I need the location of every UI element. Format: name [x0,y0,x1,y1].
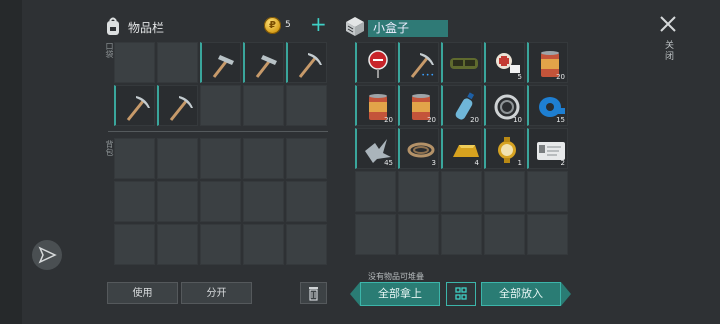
inventory-slot[interactable] [286,85,327,126]
inventory-slot[interactable] [157,85,198,126]
inventory-slot[interactable]: 2 [527,128,568,169]
item-count: 4 [474,159,479,167]
split-button[interactable]: 分开 [181,282,252,304]
inventory-slot[interactable] [114,42,155,83]
pickaxe-icon [126,96,150,121]
box-icon [346,17,364,36]
item-count: 10 [513,116,522,124]
inventory-slot[interactable] [527,214,568,255]
close-label[interactable]: 关闭 [662,40,675,62]
inventory-slot[interactable] [114,181,155,222]
goggles-icon [450,58,478,69]
navigate-button[interactable] [32,240,62,270]
inventory-title: 物品栏 [128,21,165,35]
inventory-slot[interactable] [243,138,284,179]
inventory-slot[interactable]: ••• [398,42,439,83]
take-all-arrow [350,282,360,306]
item-count: 20 [470,116,479,124]
inventory-slot[interactable] [243,85,284,126]
inventory-slot[interactable]: 20 [527,42,568,83]
inventory-slot[interactable] [157,138,198,179]
inventory-slot[interactable] [200,85,241,126]
inventory-slot[interactable] [398,171,439,212]
inventory-slot[interactable] [355,171,396,212]
inventory-slot[interactable] [355,214,396,255]
inventory-slot[interactable]: 20 [355,85,396,126]
backpack-grid [114,138,327,265]
inventory-slot[interactable] [114,85,155,126]
item-count: 20 [384,116,393,124]
container-grid: ••• 5 20 20 20 20 10 15 45 3 4 1 2 [355,42,568,255]
sort-grid-button[interactable] [446,282,476,306]
inventory-slot[interactable] [157,181,198,222]
inventory-slot[interactable] [200,42,241,83]
trash-icon [309,287,318,301]
inventory-slot[interactable] [157,42,198,83]
section-divider [108,131,328,132]
inventory-slot[interactable] [441,214,482,255]
grid-icon [455,287,467,300]
close-icon[interactable] [656,12,680,36]
inventory-slot[interactable] [286,224,327,265]
hammer-icon [255,55,277,78]
no-stack-note: 没有物品可堆叠 [368,272,424,281]
item-count: 20 [556,73,565,81]
inventory-slot[interactable] [286,42,327,83]
inventory-slot[interactable] [114,224,155,265]
use-button[interactable]: 使用 [107,282,178,304]
inventory-slot[interactable]: 20 [441,85,482,126]
inventory-slot[interactable] [243,224,284,265]
trash-button[interactable] [300,282,327,304]
coin-count: 5 [285,20,291,30]
inventory-slot[interactable] [114,138,155,179]
left-edge [0,0,22,324]
item-count: 15 [556,116,565,124]
inventory-slot[interactable]: 45 [355,128,396,169]
item-count: 45 [384,159,393,167]
inventory-slot[interactable] [484,171,525,212]
put-all-button[interactable]: 全部放入 [481,282,561,306]
inventory-slot[interactable] [441,171,482,212]
inventory-slot[interactable] [286,181,327,222]
inventory-slot[interactable]: 1 [484,128,525,169]
inventory-slot[interactable]: 5 [484,42,525,83]
item-count: 3 [431,159,436,167]
inventory-slot[interactable] [243,42,284,83]
backpack-icon [107,17,119,35]
inventory-slot[interactable] [200,181,241,222]
item-count: 2 [560,159,565,167]
inventory-slot[interactable] [286,138,327,179]
inventory-slot[interactable] [398,214,439,255]
inventory-slot[interactable] [484,214,525,255]
inventory-slot[interactable]: 10 [484,85,525,126]
pickaxe-icon [169,96,193,121]
inventory-slot[interactable]: 4 [441,128,482,169]
inventory-slot[interactable] [200,138,241,179]
coin-icon: ₽ [264,17,281,34]
inventory-slot[interactable]: 20 [398,85,439,126]
inventory-slot[interactable]: 15 [527,85,568,126]
inventory-slot[interactable] [355,42,396,83]
inventory-slot[interactable] [527,171,568,212]
durability-dots: ••• [421,72,435,79]
send-arrow-icon [38,246,57,264]
add-coins-button[interactable]: + [310,14,327,34]
inventory-slot[interactable]: 3 [398,128,439,169]
inventory-slot[interactable] [243,181,284,222]
item-count: 5 [517,73,522,81]
inventory-slot[interactable] [200,224,241,265]
inventory-slot[interactable] [441,42,482,83]
take-all-button[interactable]: 全部拿上 [360,282,440,306]
item-count: 20 [427,116,436,124]
hammer-icon [212,55,234,78]
container-title: 小盒子 [368,20,448,37]
inventory-slot[interactable] [157,224,198,265]
put-all-arrow [561,282,571,306]
pocket-grid [114,42,327,126]
pickaxe-icon [298,53,322,78]
item-count: 1 [517,159,522,167]
stop-sign-icon [368,50,388,78]
